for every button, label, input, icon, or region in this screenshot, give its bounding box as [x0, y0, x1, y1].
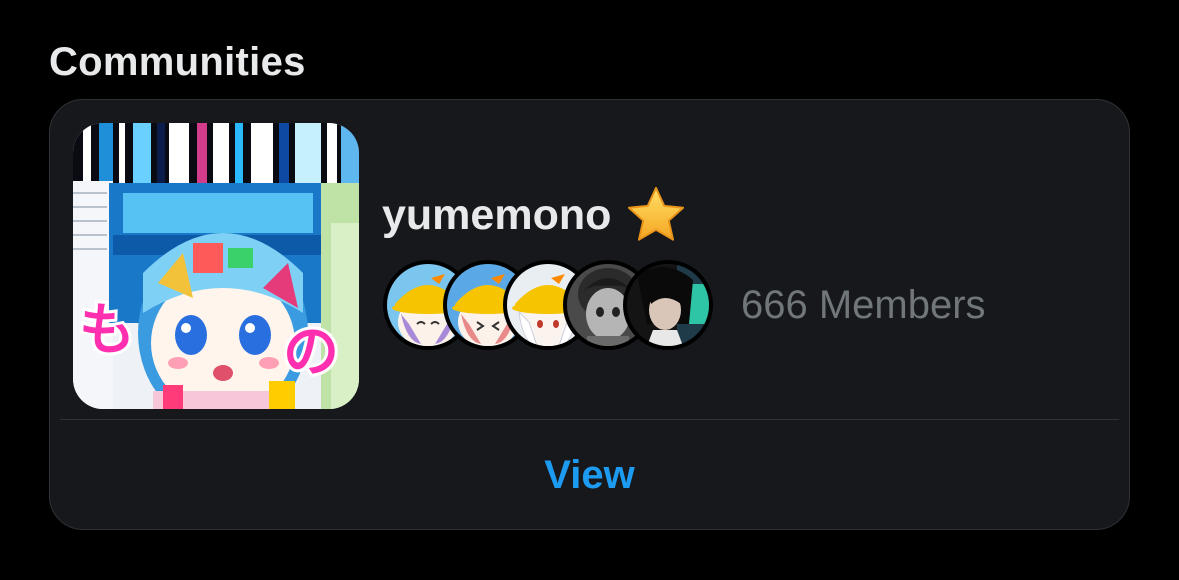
- thumbnail-kana-no: の: [283, 320, 339, 385]
- community-thumbnail[interactable]: も の: [73, 123, 359, 409]
- star-emoji-icon: [628, 186, 685, 241]
- avatar: [623, 260, 713, 350]
- section-title: Communities: [49, 40, 306, 84]
- community-name[interactable]: yumemono: [382, 191, 611, 240]
- community-name-row: yumemono: [382, 184, 687, 246]
- member-count: 666 Members: [741, 282, 986, 327]
- thumbnail-kana-mo: も: [79, 298, 135, 363]
- community-card[interactable]: も の yumemono 666 Members View: [49, 99, 1130, 530]
- members-row[interactable]: 666 Members: [383, 260, 986, 350]
- view-button[interactable]: View: [50, 420, 1129, 529]
- member-avatars: [383, 260, 713, 350]
